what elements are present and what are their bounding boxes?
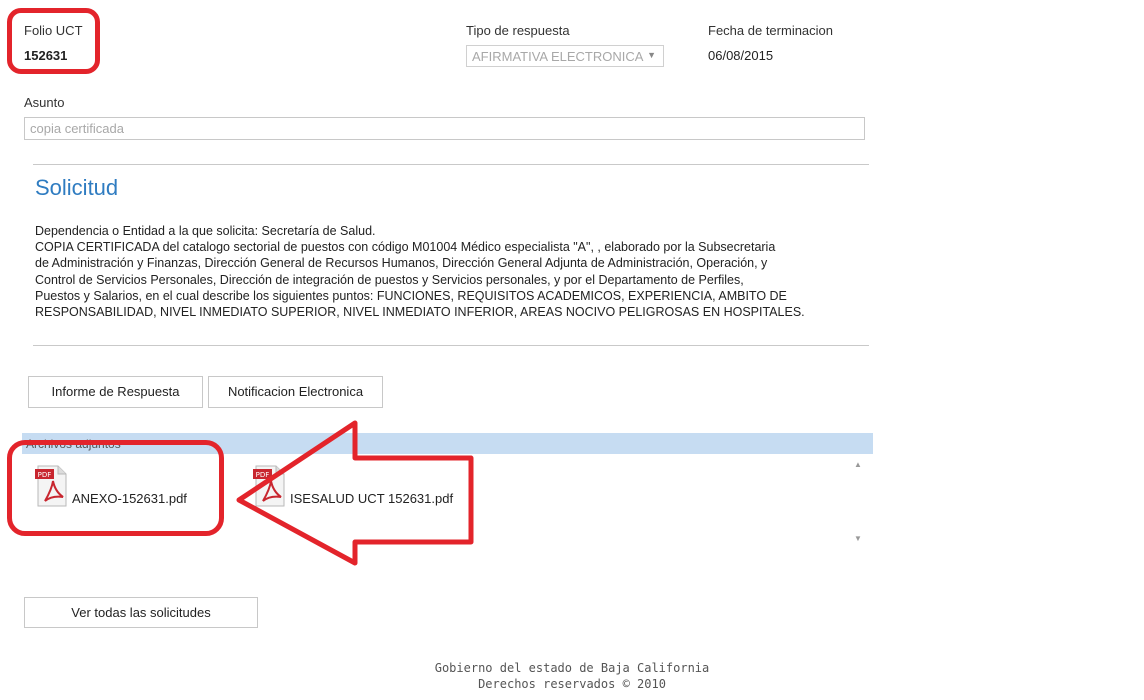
footer-line-2: Derechos reservados © 2010 (478, 677, 666, 691)
section-title-solicitud: Solicitud (35, 175, 119, 200)
attachment-highlight-box (7, 440, 224, 536)
notificacion-electronica-button[interactable]: Notificacion Electronica (208, 376, 383, 408)
fecha-terminacion-label: Fecha de terminacion (708, 23, 834, 38)
asunto-label: Asunto (24, 95, 65, 110)
asunto-field[interactable]: copia certificada (24, 117, 865, 140)
tipo-respuesta-select[interactable]: AFIRMATIVA ELECTRONICA ▼ (466, 45, 664, 67)
scroll-up-icon[interactable]: ▲ (851, 460, 865, 469)
asunto-placeholder: copia certificada (30, 121, 124, 136)
solicitud-line: Puestos y Salarios, en el cual describe … (35, 288, 787, 303)
ver-todas-solicitudes-button[interactable]: Ver todas las solicitudes (24, 597, 258, 628)
scroll-down-icon[interactable]: ▼ (851, 534, 865, 543)
folio-highlight-box (7, 8, 100, 74)
solicitud-text: Dependencia o Entidad a la que solicita:… (35, 223, 865, 320)
solicitud-line: Dependencia o Entidad a la que solicita:… (35, 224, 376, 238)
solicitud-line: de Administración y Finanzas, Dirección … (35, 256, 768, 271)
informe-respuesta-button[interactable]: Informe de Respuesta (28, 376, 203, 408)
footer-line-1: Gobierno del estado de Baja California (434, 661, 710, 675)
tipo-respuesta-value: AFIRMATIVA ELECTRONICA (472, 49, 644, 64)
chevron-down-icon: ▼ (647, 50, 656, 60)
divider (33, 164, 869, 165)
attachments-scrollbar[interactable]: ▲ ▼ (851, 454, 865, 552)
fecha-terminacion-value: 06/08/2015 (708, 48, 774, 63)
tipo-respuesta-label: Tipo de respuesta (466, 23, 570, 38)
solicitud-line: COPIA CERTIFICADA del catalogo sectorial… (35, 240, 776, 255)
arrow-annotation-icon (236, 420, 474, 566)
divider (33, 345, 869, 346)
solicitud-line: Control de Servicios Personales, Direcci… (35, 272, 744, 287)
solicitud-line: RESPONSABILIDAD, NIVEL INMEDIATO SUPERIO… (35, 305, 805, 320)
